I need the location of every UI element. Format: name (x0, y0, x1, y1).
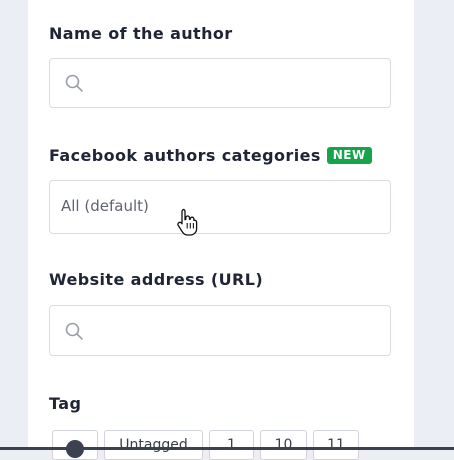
website-label: Website address (URL) (49, 270, 264, 289)
author-name-label: Name of the author (49, 24, 233, 43)
search-icon (65, 322, 83, 340)
author-name-input[interactable] (49, 58, 391, 108)
tag-option-1[interactable]: 1 (209, 430, 254, 460)
facebook-categories-select[interactable]: All (default) (49, 180, 391, 234)
new-badge: NEW (326, 147, 372, 164)
facebook-categories-label-text: Facebook authors categories (49, 146, 321, 165)
website-input[interactable] (49, 305, 391, 356)
search-icon (65, 74, 83, 92)
tag-option-11[interactable]: 11 (313, 430, 359, 460)
tag-option-10[interactable]: 10 (260, 430, 307, 460)
tag-option-untagged[interactable]: Untagged (104, 430, 203, 460)
facebook-categories-value: All (default) (61, 197, 149, 215)
hand-pointer-icon (177, 208, 198, 236)
facebook-categories-label: Facebook authors categories NEW (49, 146, 372, 165)
tag-label: Tag (49, 394, 82, 413)
tag-select-all-checkbox[interactable] (52, 430, 98, 460)
